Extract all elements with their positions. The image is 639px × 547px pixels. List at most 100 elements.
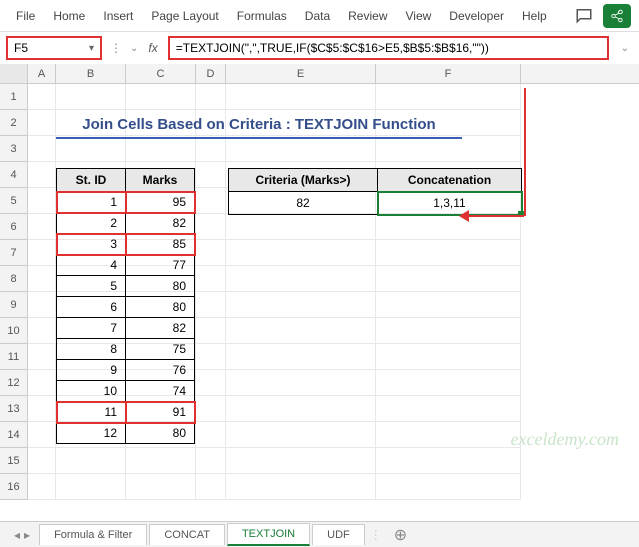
row-header[interactable]: 7 (0, 240, 28, 266)
ribbon-formulas[interactable]: Formulas (229, 5, 295, 27)
chevron-down-icon: ▾ (89, 43, 94, 54)
criteria-value-cell[interactable]: 82 (229, 192, 378, 215)
table-row: 385 (57, 234, 195, 255)
cell-marks[interactable]: 80 (126, 276, 195, 297)
comments-icon[interactable] (575, 6, 595, 26)
cell-marks[interactable]: 91 (126, 402, 195, 423)
col-header-d[interactable]: D (196, 64, 226, 83)
row-header[interactable]: 13 (0, 396, 28, 422)
row-header[interactable]: 9 (0, 292, 28, 318)
grid-rows: 1 2 3 4 5 6 7 8 9 10 11 12 13 14 15 16 J… (0, 84, 639, 500)
row-header[interactable]: 3 (0, 136, 28, 162)
page-title: Join Cells Based on Criteria : TEXTJOIN … (56, 116, 462, 139)
ribbon-data[interactable]: Data (297, 5, 338, 27)
col-header-c[interactable]: C (126, 64, 196, 83)
criteria-header: Criteria (Marks>) (229, 169, 378, 192)
ribbon-help[interactable]: Help (514, 5, 555, 27)
col-header-b[interactable]: B (56, 64, 126, 83)
marks-header: Marks (126, 169, 195, 192)
ribbon-developer[interactable]: Developer (441, 5, 512, 27)
cell-id[interactable]: 8 (57, 339, 126, 360)
col-header-e[interactable]: E (226, 64, 376, 83)
fx-icon[interactable]: fx (142, 41, 163, 55)
cell-marks[interactable]: 82 (126, 318, 195, 339)
cell-marks[interactable]: 77 (126, 255, 195, 276)
select-all-corner[interactable] (0, 64, 28, 83)
ribbon-insert[interactable]: Insert (95, 5, 141, 27)
table-row: 282 (57, 213, 195, 234)
cell-marks[interactable]: 95 (126, 192, 195, 213)
name-box[interactable]: F5 ▾ (6, 36, 102, 60)
student-table: St. ID Marks 195 282 385 477 580 680 782… (56, 168, 195, 444)
tab-next-icon[interactable]: ▸ (24, 528, 30, 542)
ribbon-menu: File Home Insert Page Layout Formulas Da… (0, 0, 639, 32)
row-header[interactable]: 10 (0, 318, 28, 344)
cell-id[interactable]: 2 (57, 213, 126, 234)
ribbon-review[interactable]: Review (340, 5, 395, 27)
cell-marks[interactable]: 76 (126, 360, 195, 381)
row-header[interactable]: 15 (0, 448, 28, 474)
table-row: 580 (57, 276, 195, 297)
cell-marks[interactable]: 80 (126, 423, 195, 444)
table-row: 680 (57, 297, 195, 318)
criteria-table: Criteria (Marks>) Concatenation 82 1,3,1… (228, 168, 522, 215)
annotation-arrow (524, 88, 526, 216)
watermark: exceldemy.com (511, 429, 619, 450)
cell-id[interactable]: 5 (57, 276, 126, 297)
formula-expand-icon[interactable]: ⌄ (617, 43, 633, 54)
row-header[interactable]: 5 (0, 188, 28, 214)
row-header[interactable]: 16 (0, 474, 28, 500)
col-header-f[interactable]: F (376, 64, 521, 83)
cell-marks[interactable]: 74 (126, 381, 195, 402)
ribbon-page-layout[interactable]: Page Layout (143, 5, 226, 27)
formula-input[interactable]: =TEXTJOIN(",",TRUE,IF($C$5:$C$16>E5,$B$5… (168, 36, 609, 60)
formula-text: =TEXTJOIN(",",TRUE,IF($C$5:$C$16>E5,$B$5… (176, 41, 489, 55)
cell-id[interactable]: 3 (57, 234, 126, 255)
row-header[interactable]: 12 (0, 370, 28, 396)
cell-id[interactable]: 11 (57, 402, 126, 423)
col-header-a[interactable]: A (28, 64, 56, 83)
separator: ⋮ (106, 41, 126, 55)
row-header[interactable]: 2 (0, 110, 28, 136)
table-row: 477 (57, 255, 195, 276)
name-box-value: F5 (14, 41, 28, 55)
cell-id[interactable]: 6 (57, 297, 126, 318)
row-header[interactable]: 8 (0, 266, 28, 292)
cell-id[interactable]: 7 (57, 318, 126, 339)
sheet-tab-udf[interactable]: UDF (312, 524, 365, 545)
table-row: 195 (57, 192, 195, 213)
table-row: 976 (57, 360, 195, 381)
row-header[interactable]: 14 (0, 422, 28, 448)
cell-marks[interactable]: 85 (126, 234, 195, 255)
tab-prev-icon[interactable]: ◂ (14, 528, 20, 542)
cell-id[interactable]: 10 (57, 381, 126, 402)
cell-id[interactable]: 1 (57, 192, 126, 213)
formula-history-icon[interactable]: ⌄ (130, 43, 138, 54)
add-sheet-button[interactable]: ⊕ (386, 525, 415, 545)
table-row: 1191 (57, 402, 195, 423)
row-header[interactable]: 1 (0, 84, 28, 110)
row-header[interactable]: 6 (0, 214, 28, 240)
cell-marks[interactable]: 82 (126, 213, 195, 234)
table-row: 1074 (57, 381, 195, 402)
cell-id[interactable]: 9 (57, 360, 126, 381)
sheet-tab-concat[interactable]: CONCAT (149, 524, 225, 545)
table-row: 1280 (57, 423, 195, 444)
arrow-head-icon (459, 210, 469, 222)
formula-bar: F5 ▾ ⋮ ⌄ fx =TEXTJOIN(",",TRUE,IF($C$5:$… (0, 32, 639, 64)
sheet-tab-formula-filter[interactable]: Formula & Filter (39, 524, 147, 545)
cell-marks[interactable]: 75 (126, 339, 195, 360)
ribbon-home[interactable]: Home (45, 5, 93, 27)
student-id-header: St. ID (57, 169, 126, 192)
row-header[interactable]: 4 (0, 162, 28, 188)
row-header[interactable]: 11 (0, 344, 28, 370)
ribbon-file[interactable]: File (8, 5, 43, 27)
cell-marks[interactable]: 80 (126, 297, 195, 318)
cell-id[interactable]: 12 (57, 423, 126, 444)
result-cell-selected[interactable]: 1,3,11 (378, 192, 522, 215)
sheet-tabs-bar: ◂ ▸ Formula & Filter CONCAT TEXTJOIN UDF… (0, 521, 639, 547)
share-button[interactable] (603, 4, 631, 28)
cell-id[interactable]: 4 (57, 255, 126, 276)
sheet-tab-textjoin[interactable]: TEXTJOIN (227, 523, 310, 546)
ribbon-view[interactable]: View (398, 5, 440, 27)
